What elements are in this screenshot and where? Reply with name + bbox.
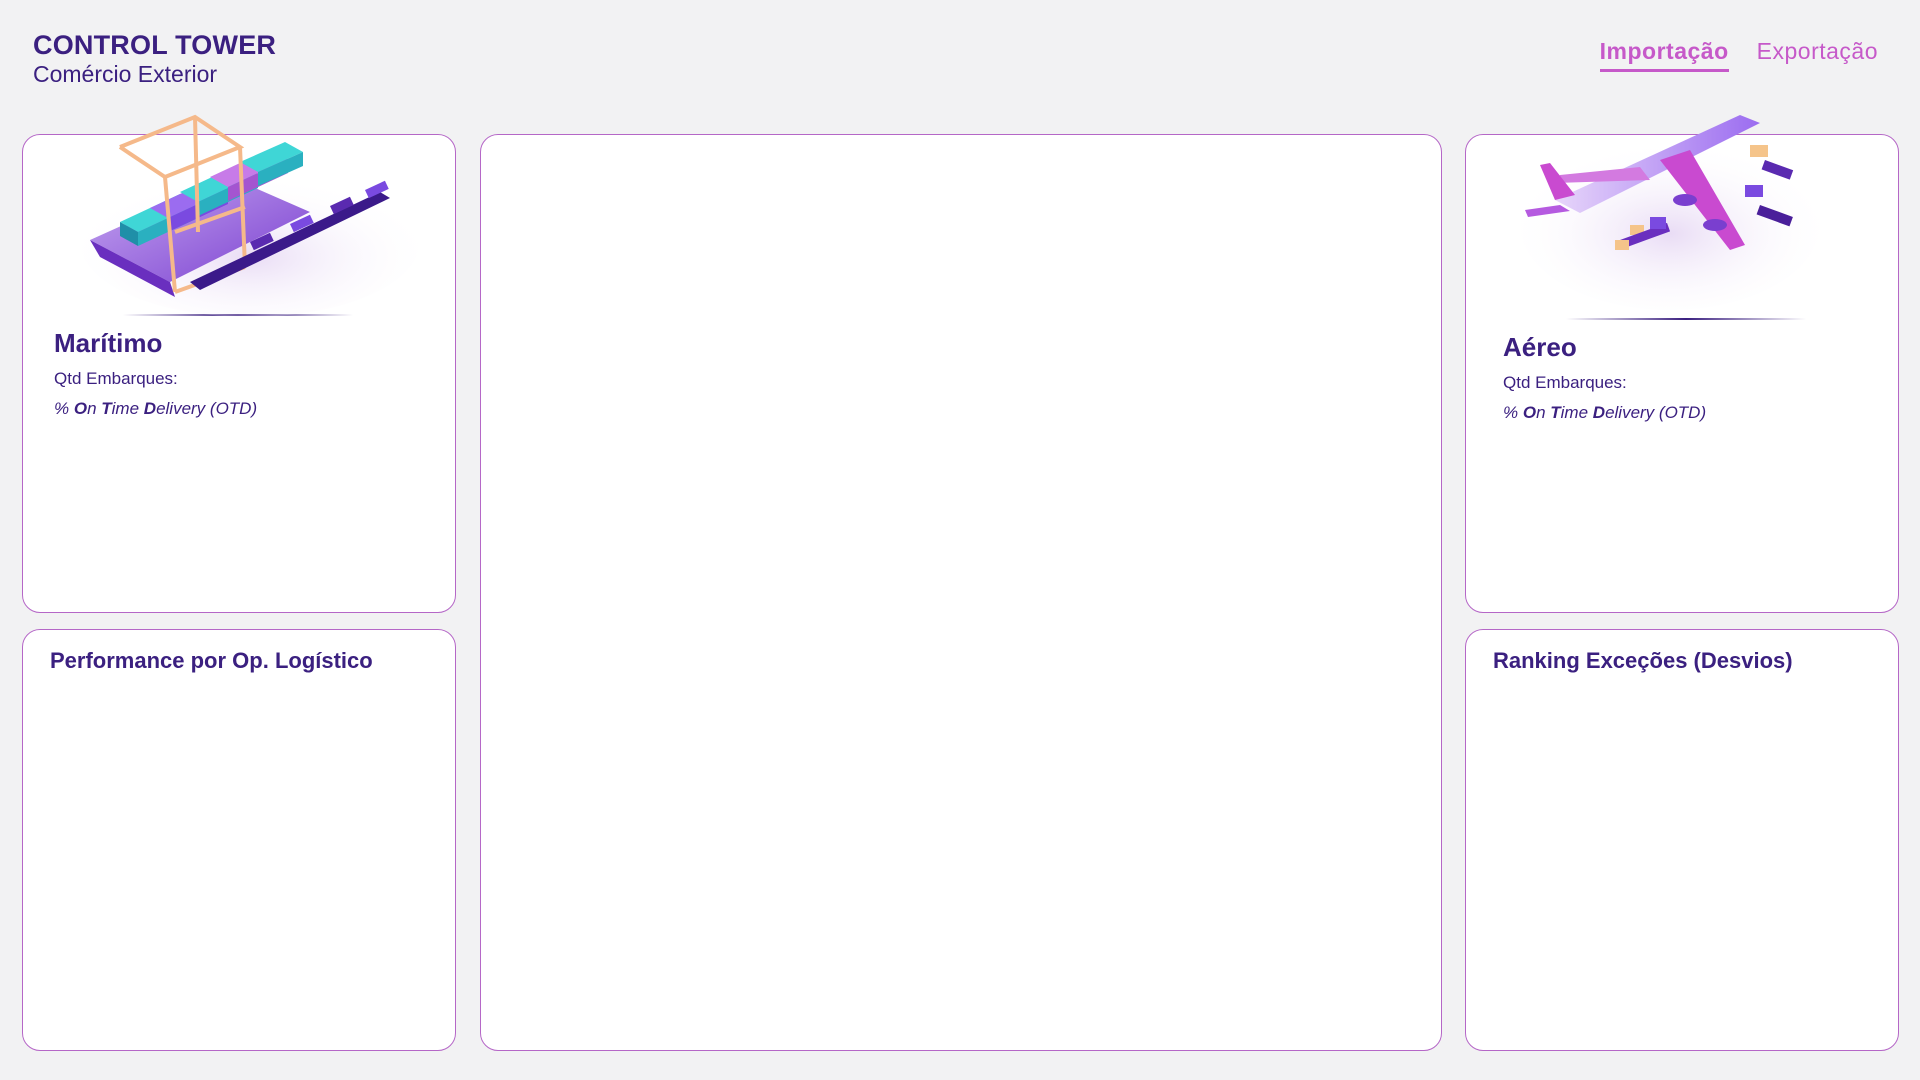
tab-importacao[interactable]: Importação (1599, 38, 1729, 72)
maritimo-qtd-label: Qtd Embarques: (54, 369, 178, 388)
cargo-airplane-icon (1520, 115, 1820, 310)
page-subtitle: Comércio Exterior (33, 61, 218, 87)
performance-card: Performance por Op. Logístico (22, 629, 456, 1051)
aereo-qtd-label: Qtd Embarques: (1503, 373, 1627, 392)
flow-tabs: Importação Exportação (1599, 38, 1878, 72)
aereo-otd-label: % On Time Delivery (OTD) (1503, 403, 1707, 422)
ranking-title: Ranking Exceções (Desvios) (1493, 648, 1793, 673)
performance-title: Performance por Op. Logístico (50, 648, 373, 673)
cargo-ship-port-icon (80, 114, 420, 317)
ranking-card: Ranking Exceções (Desvios) (1465, 629, 1899, 1051)
aereo-title: Aéreo (1503, 332, 1577, 362)
page-title: CONTROL TOWER (33, 30, 277, 60)
maritimo-title: Marítimo (54, 328, 163, 358)
main-panel (480, 134, 1442, 1051)
tab-exportacao[interactable]: Exportação (1757, 38, 1878, 72)
maritimo-otd-label: % On Time Delivery (OTD) (54, 399, 258, 418)
